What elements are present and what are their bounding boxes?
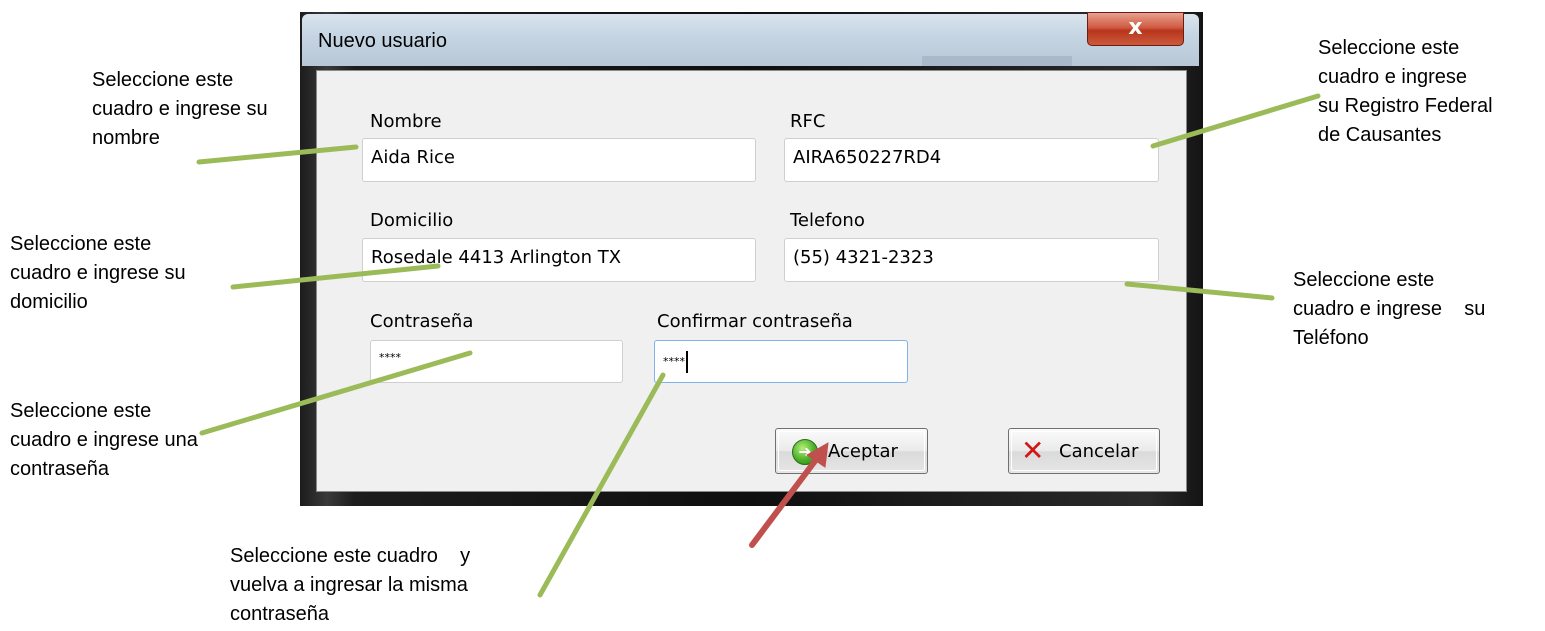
pointer-confirmar [537,372,666,598]
pointer-nombre [196,144,359,165]
green-pointers [196,93,1321,598]
pointer-telefono [1124,281,1275,301]
pointer-domicilio [230,263,441,290]
pointer-lines [196,93,1321,598]
pointer-rfc [1150,93,1321,149]
pointer-aceptar [749,454,821,548]
red-arrow [749,442,829,548]
pointer-contrasena [199,350,473,436]
